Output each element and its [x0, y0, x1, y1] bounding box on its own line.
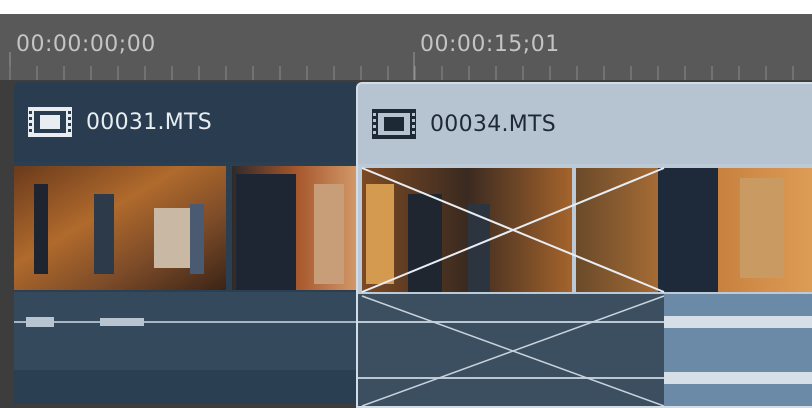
audio-waveform-area [14, 292, 358, 370]
clip-00034[interactable]: 00034.MTS [356, 82, 812, 408]
clip-name: 00031.MTS [86, 109, 213, 135]
clip-header: 00034.MTS [358, 84, 812, 164]
clip-header: 00031.MTS [14, 82, 358, 162]
timeline-ruler[interactable]: 00:00:00;00 00:00:15;01 [0, 14, 812, 80]
clip-00031[interactable]: 00031.MTS [14, 82, 358, 404]
film-strip-icon [372, 109, 416, 139]
audio-waveform-area [664, 294, 812, 406]
ruler-timecode-mid: 00:00:15;01 [420, 32, 560, 57]
film-strip-icon [28, 107, 72, 137]
clip-thumbnails [14, 166, 358, 370]
timeline[interactable]: 00:00:00;00 00:00:15;01 00031.MTS 00034.… [0, 0, 812, 408]
ruler-timecode-start: 00:00:00;00 [16, 32, 156, 57]
clip-name: 00034.MTS [430, 111, 557, 137]
clip-thumbnails [358, 167, 812, 406]
